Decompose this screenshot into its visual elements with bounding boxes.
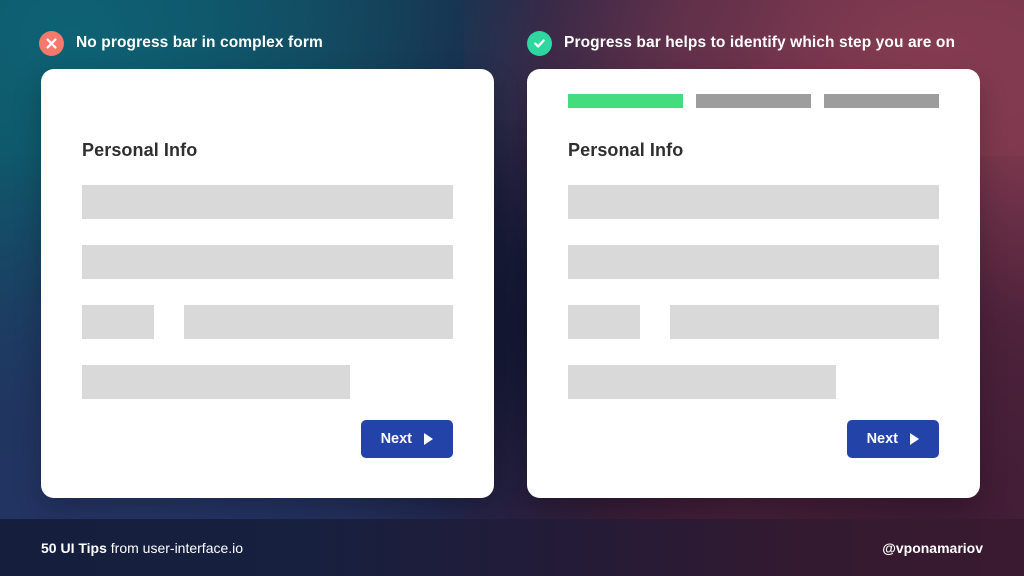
circle-check-icon xyxy=(527,30,552,56)
good-example-section-title: Personal Info xyxy=(568,140,684,160)
bad-example-header-text: No progress bar in complex form xyxy=(76,34,323,51)
input-placeholder-small[interactable] xyxy=(568,305,641,339)
bad-example-header: No progress bar in complex form xyxy=(39,30,323,56)
next-button-label: Next xyxy=(866,431,898,447)
form-field-row xyxy=(568,185,939,219)
progress-step-3[interactable] xyxy=(824,94,939,108)
footer-bar: 50 UI Tips from user-interface.io @vpona… xyxy=(0,519,1024,576)
play-triangle-icon xyxy=(910,433,919,445)
form-field-row xyxy=(82,365,453,399)
footer-handle: @vponamariov xyxy=(882,539,983,556)
form-field-row xyxy=(568,245,939,279)
good-example-header: Progress bar helps to identify which ste… xyxy=(527,30,955,56)
slide: No progress bar in complex form Progress… xyxy=(0,0,1024,576)
input-placeholder-medium[interactable] xyxy=(184,305,453,339)
form-field-row xyxy=(82,245,453,279)
good-example-field-list xyxy=(568,185,939,425)
footer-series-title: 50 UI Tips xyxy=(41,539,107,556)
input-placeholder[interactable] xyxy=(82,185,453,219)
bad-example-form-card: Personal Info Next xyxy=(41,69,494,498)
good-example-form-card: Personal Info Next xyxy=(527,69,980,498)
input-placeholder[interactable] xyxy=(568,185,939,219)
circle-x-icon xyxy=(39,30,64,56)
input-placeholder[interactable] xyxy=(568,245,939,279)
good-example-header-text: Progress bar helps to identify which ste… xyxy=(564,34,956,51)
footer-source: from user-interface.io xyxy=(106,539,244,556)
input-placeholder-wide[interactable] xyxy=(82,365,350,399)
progress-bar xyxy=(568,94,939,108)
good-example-next-button[interactable]: Next xyxy=(846,420,939,458)
input-placeholder-small[interactable] xyxy=(82,305,155,339)
input-placeholder-medium[interactable] xyxy=(670,305,939,339)
form-field-row xyxy=(82,305,453,339)
play-triangle-icon xyxy=(424,433,433,445)
progress-step-2[interactable] xyxy=(696,94,811,108)
input-placeholder[interactable] xyxy=(82,245,453,279)
form-field-row xyxy=(568,305,939,339)
bad-example-next-button[interactable]: Next xyxy=(360,420,453,458)
next-button-label: Next xyxy=(380,431,412,447)
progress-step-1[interactable] xyxy=(568,94,683,108)
bad-example-section-title: Personal Info xyxy=(82,140,198,160)
form-field-row xyxy=(82,185,453,219)
footer-attribution: 50 UI Tips from user-interface.io xyxy=(41,540,243,556)
form-field-row xyxy=(568,365,939,399)
bad-example-field-list xyxy=(82,185,453,425)
input-placeholder-wide[interactable] xyxy=(568,365,836,399)
